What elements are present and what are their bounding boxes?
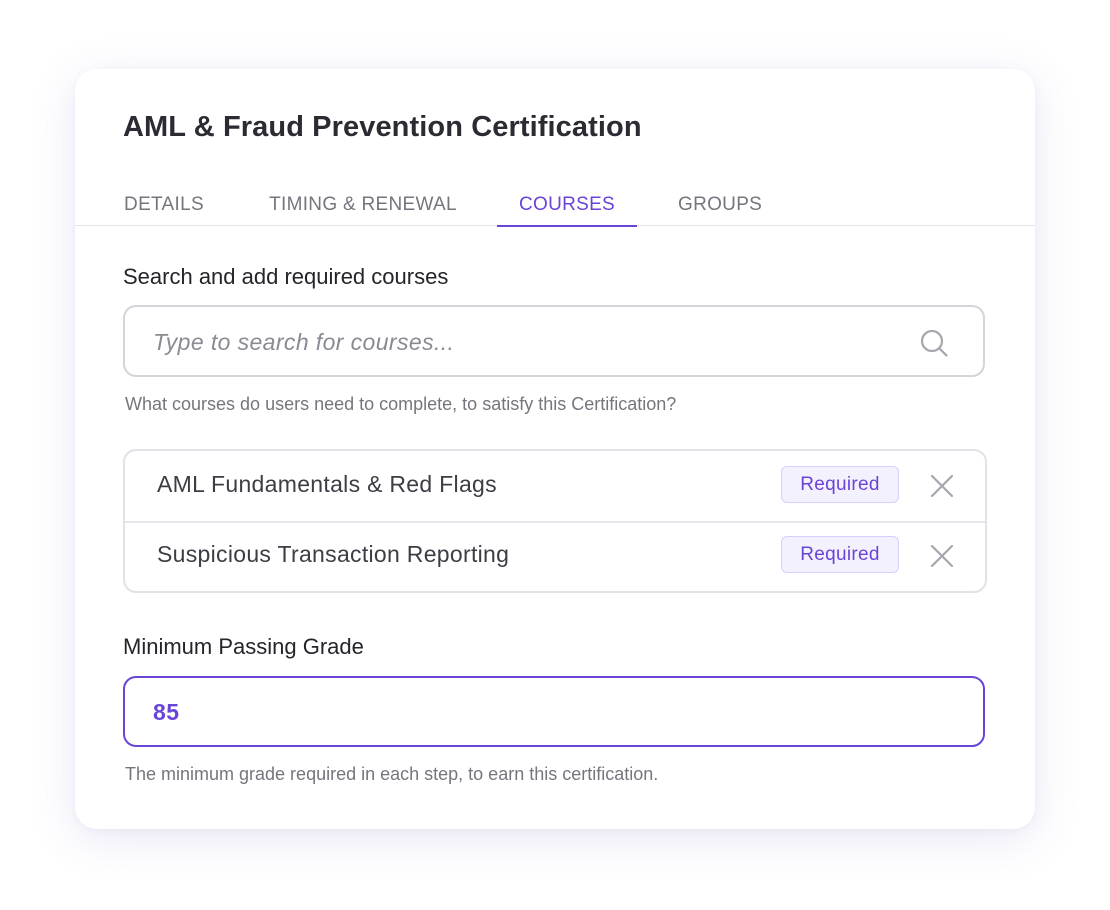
course-search-helper: What courses do users need to complete, …: [125, 394, 677, 414]
course-name: AML Fundamentals & Red Flags: [157, 471, 497, 497]
tab-bar: DETAILS TIMING & RENEWAL COURSES GROUPS: [75, 189, 1035, 227]
passing-grade-helper: The minimum grade required in each step,…: [125, 764, 659, 784]
course-search-box: [123, 305, 985, 377]
dialog-title: AML & Fraud Prevention Certification: [123, 111, 642, 143]
tab-groups[interactable]: GROUPS: [678, 189, 762, 226]
certification-dialog: AML & Fraud Prevention Certification DET…: [75, 69, 1035, 829]
list-item: AML Fundamentals & Red Flags Required: [125, 451, 985, 521]
course-search-label: Search and add required courses: [123, 264, 449, 289]
passing-grade-label: Minimum Passing Grade: [123, 634, 364, 659]
tab-timing-renewal[interactable]: TIMING & RENEWAL: [265, 189, 461, 226]
passing-grade-box: [123, 676, 985, 747]
passing-grade-input[interactable]: [153, 695, 933, 729]
tab-details[interactable]: DETAILS: [123, 189, 205, 226]
course-search-input[interactable]: [153, 325, 913, 359]
required-badge: Required: [781, 466, 899, 503]
tab-courses[interactable]: COURSES: [497, 189, 637, 227]
close-icon[interactable]: [929, 473, 955, 499]
required-course-list: AML Fundamentals & Red Flags Required Su…: [123, 449, 987, 593]
search-icon[interactable]: [919, 328, 949, 358]
required-badge: Required: [781, 536, 899, 573]
course-name: Suspicious Transaction Reporting: [157, 541, 510, 567]
list-item: Suspicious Transaction Reporting Require…: [125, 521, 985, 591]
close-icon[interactable]: [929, 543, 955, 569]
